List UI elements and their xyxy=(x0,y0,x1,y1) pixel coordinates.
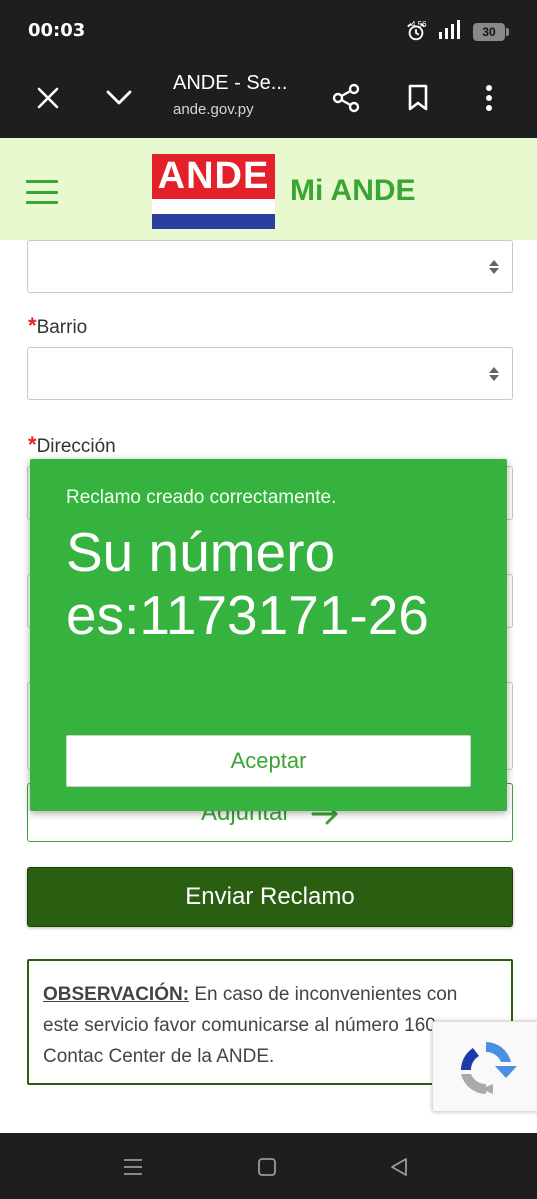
status-bar: 00:03 4.56 30 xyxy=(0,0,537,62)
system-nav-bar xyxy=(0,1133,537,1199)
more-options-icon[interactable] xyxy=(471,80,507,116)
barrio-label: *Barrio xyxy=(28,313,88,338)
barrio-select[interactable] xyxy=(27,347,513,400)
share-icon[interactable] xyxy=(328,80,364,116)
signal-icon xyxy=(439,20,460,39)
app-header: ANDE Mi ANDE xyxy=(0,138,537,240)
menu-icon[interactable] xyxy=(26,180,58,204)
required-mark: * xyxy=(28,313,37,338)
claim-number: Su número es:1173171-26 xyxy=(66,521,429,646)
bookmark-icon[interactable] xyxy=(400,80,436,116)
aceptar-button[interactable]: Aceptar xyxy=(66,735,471,787)
net-speed: 4.56 xyxy=(411,20,427,29)
close-icon[interactable] xyxy=(30,80,66,116)
success-dialog: Reclamo creado correctamente. Su número … xyxy=(30,459,507,811)
enviar-reclamo-button[interactable]: Enviar Reclamo xyxy=(27,867,513,927)
sort-icon xyxy=(489,367,499,381)
status-time: 00:03 xyxy=(28,20,86,41)
observation-label: OBSERVACIÓN: xyxy=(43,984,190,1005)
page-tab-title[interactable]: ANDE - Se... xyxy=(173,72,287,95)
ande-logo: ANDE xyxy=(152,154,275,229)
recaptcha-icon xyxy=(460,1042,517,1094)
page-url[interactable]: ande.gov.py xyxy=(173,101,254,118)
dialog-subtitle: Reclamo creado correctamente. xyxy=(66,487,337,508)
direccion-label: *Dirección xyxy=(28,432,116,457)
home-icon[interactable] xyxy=(255,1155,279,1179)
recent-apps-icon[interactable] xyxy=(121,1155,145,1179)
status-icons: 4.56 30 xyxy=(405,18,509,45)
battery-icon: 30 xyxy=(473,22,509,41)
back-icon[interactable] xyxy=(387,1155,411,1179)
recaptcha-badge[interactable] xyxy=(432,1021,537,1112)
logo-text: ANDE xyxy=(152,154,275,199)
app-title: Mi ANDE xyxy=(290,174,416,207)
sort-icon xyxy=(489,260,499,274)
browser-toolbar: ANDE - Se... ande.gov.py xyxy=(0,62,537,138)
chevron-down-icon[interactable] xyxy=(101,80,137,116)
required-mark: * xyxy=(28,432,37,457)
ciudad-select[interactable] xyxy=(27,240,513,293)
